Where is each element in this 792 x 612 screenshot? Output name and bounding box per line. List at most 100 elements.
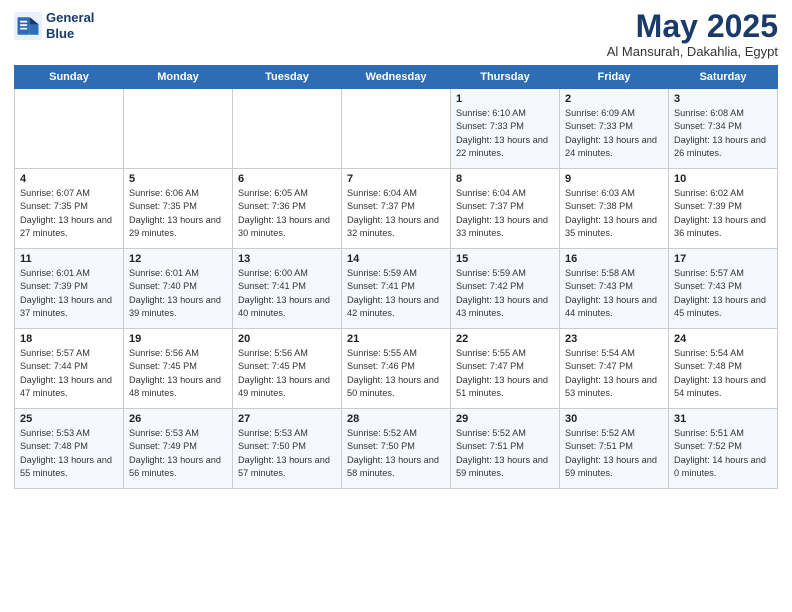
calendar-cell: 18Sunrise: 5:57 AMSunset: 7:44 PMDayligh… xyxy=(15,329,124,409)
calendar-table: SundayMondayTuesdayWednesdayThursdayFrid… xyxy=(14,65,778,489)
calendar-cell: 2 Sunrise: 6:09 AMSunset: 7:33 PMDaylight… xyxy=(560,89,669,169)
logo-text: General Blue xyxy=(46,10,94,41)
cell-info: Sunrise: 6:04 AMSunset: 7:37 PMDaylight:… xyxy=(456,187,554,240)
calendar-cell: 20Sunrise: 5:56 AMSunset: 7:45 PMDayligh… xyxy=(233,329,342,409)
day-number: 31 xyxy=(674,413,772,425)
calendar-cell: 11Sunrise: 6:01 AMSunset: 7:39 PMDayligh… xyxy=(15,249,124,329)
day-number: 19 xyxy=(129,333,227,345)
calendar-cell: 9 Sunrise: 6:03 AMSunset: 7:38 PMDaylight… xyxy=(560,169,669,249)
calendar-cell: 22 Sunrise: 5:55 AMSunset: 7:47 PMDayligh… xyxy=(451,329,560,409)
cell-info: Sunrise: 5:56 AMSunset: 7:45 PMDaylight:… xyxy=(129,347,227,400)
day-number: 11 xyxy=(20,253,118,265)
calendar-cell: 8 Sunrise: 6:04 AMSunset: 7:37 PMDaylight… xyxy=(451,169,560,249)
cell-info: Sunrise: 5:52 AMSunset: 7:51 PMDaylight:… xyxy=(565,427,663,480)
day-number: 17 xyxy=(674,253,772,265)
day-header-saturday: Saturday xyxy=(669,66,778,89)
calendar-cell xyxy=(342,89,451,169)
day-number: 26 xyxy=(129,413,227,425)
cell-info: Sunrise: 5:54 AMSunset: 7:48 PMDaylight:… xyxy=(674,347,772,400)
calendar-cell: 29 Sunrise: 5:52 AMSunset: 7:51 PMDayligh… xyxy=(451,409,560,489)
month-title: May 2025 xyxy=(607,10,778,42)
calendar-cell: 15 Sunrise: 5:59 AMSunset: 7:42 PMDayligh… xyxy=(451,249,560,329)
calendar-cell: 26 Sunrise: 5:53 AMSunset: 7:49 PMDayligh… xyxy=(124,409,233,489)
calendar-cell: 7 Sunrise: 6:04 AMSunset: 7:37 PMDaylight… xyxy=(342,169,451,249)
day-number: 2 xyxy=(565,93,663,105)
cell-info: Sunrise: 6:04 AMSunset: 7:37 PMDaylight:… xyxy=(347,187,445,240)
calendar-cell: 17 Sunrise: 5:57 AMSunset: 7:43 PMDayligh… xyxy=(669,249,778,329)
week-row-3: 11Sunrise: 6:01 AMSunset: 7:39 PMDayligh… xyxy=(15,249,778,329)
day-number: 27 xyxy=(238,413,336,425)
cell-info: Sunrise: 5:59 AMSunset: 7:41 PMDaylight:… xyxy=(347,267,445,320)
day-number: 4 xyxy=(20,173,118,185)
calendar-cell xyxy=(124,89,233,169)
calendar-cell: 21Sunrise: 5:55 AMSunset: 7:46 PMDayligh… xyxy=(342,329,451,409)
cell-info: Sunrise: 6:03 AMSunset: 7:38 PMDaylight:… xyxy=(565,187,663,240)
cell-info: Sunrise: 5:53 AMSunset: 7:50 PMDaylight:… xyxy=(238,427,336,480)
day-number: 21 xyxy=(347,333,445,345)
day-number: 22 xyxy=(456,333,554,345)
calendar-cell: 23Sunrise: 5:54 AMSunset: 7:47 PMDayligh… xyxy=(560,329,669,409)
day-number: 15 xyxy=(456,253,554,265)
calendar-cell: 28Sunrise: 5:52 AMSunset: 7:50 PMDayligh… xyxy=(342,409,451,489)
cell-info: Sunrise: 5:51 AMSunset: 7:52 PMDaylight:… xyxy=(674,427,772,480)
cell-info: Sunrise: 5:58 AMSunset: 7:43 PMDaylight:… xyxy=(565,267,663,320)
day-number: 3 xyxy=(674,93,772,105)
logo: General Blue xyxy=(14,10,94,41)
week-row-2: 4 Sunrise: 6:07 AMSunset: 7:35 PMDaylight… xyxy=(15,169,778,249)
day-number: 13 xyxy=(238,253,336,265)
location-subtitle: Al Mansurah, Dakahlia, Egypt xyxy=(607,44,778,59)
day-number: 1 xyxy=(456,93,554,105)
cell-info: Sunrise: 5:53 AMSunset: 7:49 PMDaylight:… xyxy=(129,427,227,480)
calendar-cell: 14 Sunrise: 5:59 AMSunset: 7:41 PMDayligh… xyxy=(342,249,451,329)
cell-info: Sunrise: 5:59 AMSunset: 7:42 PMDaylight:… xyxy=(456,267,554,320)
page-container: General Blue May 2025 Al Mansurah, Dakah… xyxy=(0,0,792,497)
title-block: May 2025 Al Mansurah, Dakahlia, Egypt xyxy=(607,10,778,59)
calendar-cell: 25 Sunrise: 5:53 AMSunset: 7:48 PMDayligh… xyxy=(15,409,124,489)
day-number: 7 xyxy=(347,173,445,185)
cell-info: Sunrise: 5:52 AMSunset: 7:50 PMDaylight:… xyxy=(347,427,445,480)
cell-info: Sunrise: 5:57 AMSunset: 7:43 PMDaylight:… xyxy=(674,267,772,320)
cell-info: Sunrise: 6:05 AMSunset: 7:36 PMDaylight:… xyxy=(238,187,336,240)
calendar-cell xyxy=(233,89,342,169)
calendar-cell: 1Sunrise: 6:10 AMSunset: 7:33 PMDaylight… xyxy=(451,89,560,169)
cell-info: Sunrise: 6:00 AMSunset: 7:41 PMDaylight:… xyxy=(238,267,336,320)
day-header-tuesday: Tuesday xyxy=(233,66,342,89)
calendar-cell: 16 Sunrise: 5:58 AMSunset: 7:43 PMDayligh… xyxy=(560,249,669,329)
cell-info: Sunrise: 5:53 AMSunset: 7:48 PMDaylight:… xyxy=(20,427,118,480)
day-number: 25 xyxy=(20,413,118,425)
cell-info: Sunrise: 6:08 AMSunset: 7:34 PMDaylight:… xyxy=(674,107,772,160)
calendar-cell: 27 Sunrise: 5:53 AMSunset: 7:50 PMDayligh… xyxy=(233,409,342,489)
day-number: 29 xyxy=(456,413,554,425)
day-number: 8 xyxy=(456,173,554,185)
cell-info: Sunrise: 6:01 AMSunset: 7:40 PMDaylight:… xyxy=(129,267,227,320)
cell-info: Sunrise: 6:02 AMSunset: 7:39 PMDaylight:… xyxy=(674,187,772,240)
day-number: 6 xyxy=(238,173,336,185)
calendar-cell: 24 Sunrise: 5:54 AMSunset: 7:48 PMDayligh… xyxy=(669,329,778,409)
header-row: SundayMondayTuesdayWednesdayThursdayFrid… xyxy=(15,66,778,89)
cell-info: Sunrise: 6:06 AMSunset: 7:35 PMDaylight:… xyxy=(129,187,227,240)
day-number: 14 xyxy=(347,253,445,265)
logo-icon xyxy=(14,12,42,40)
calendar-cell: 30 Sunrise: 5:52 AMSunset: 7:51 PMDayligh… xyxy=(560,409,669,489)
cell-info: Sunrise: 5:52 AMSunset: 7:51 PMDaylight:… xyxy=(456,427,554,480)
calendar-cell: 12Sunrise: 6:01 AMSunset: 7:40 PMDayligh… xyxy=(124,249,233,329)
cell-info: Sunrise: 5:55 AMSunset: 7:47 PMDaylight:… xyxy=(456,347,554,400)
cell-info: Sunrise: 6:07 AMSunset: 7:35 PMDaylight:… xyxy=(20,187,118,240)
day-number: 9 xyxy=(565,173,663,185)
cell-info: Sunrise: 6:09 AMSunset: 7:33 PMDaylight:… xyxy=(565,107,663,160)
day-header-wednesday: Wednesday xyxy=(342,66,451,89)
day-number: 30 xyxy=(565,413,663,425)
week-row-5: 25 Sunrise: 5:53 AMSunset: 7:48 PMDayligh… xyxy=(15,409,778,489)
calendar-cell xyxy=(15,89,124,169)
day-number: 10 xyxy=(674,173,772,185)
cell-info: Sunrise: 5:54 AMSunset: 7:47 PMDaylight:… xyxy=(565,347,663,400)
calendar-cell: 13 Sunrise: 6:00 AMSunset: 7:41 PMDayligh… xyxy=(233,249,342,329)
day-number: 5 xyxy=(129,173,227,185)
day-number: 24 xyxy=(674,333,772,345)
day-header-thursday: Thursday xyxy=(451,66,560,89)
week-row-4: 18Sunrise: 5:57 AMSunset: 7:44 PMDayligh… xyxy=(15,329,778,409)
calendar-cell: 31 Sunrise: 5:51 AMSunset: 7:52 PMDayligh… xyxy=(669,409,778,489)
day-number: 20 xyxy=(238,333,336,345)
day-header-monday: Monday xyxy=(124,66,233,89)
day-number: 16 xyxy=(565,253,663,265)
